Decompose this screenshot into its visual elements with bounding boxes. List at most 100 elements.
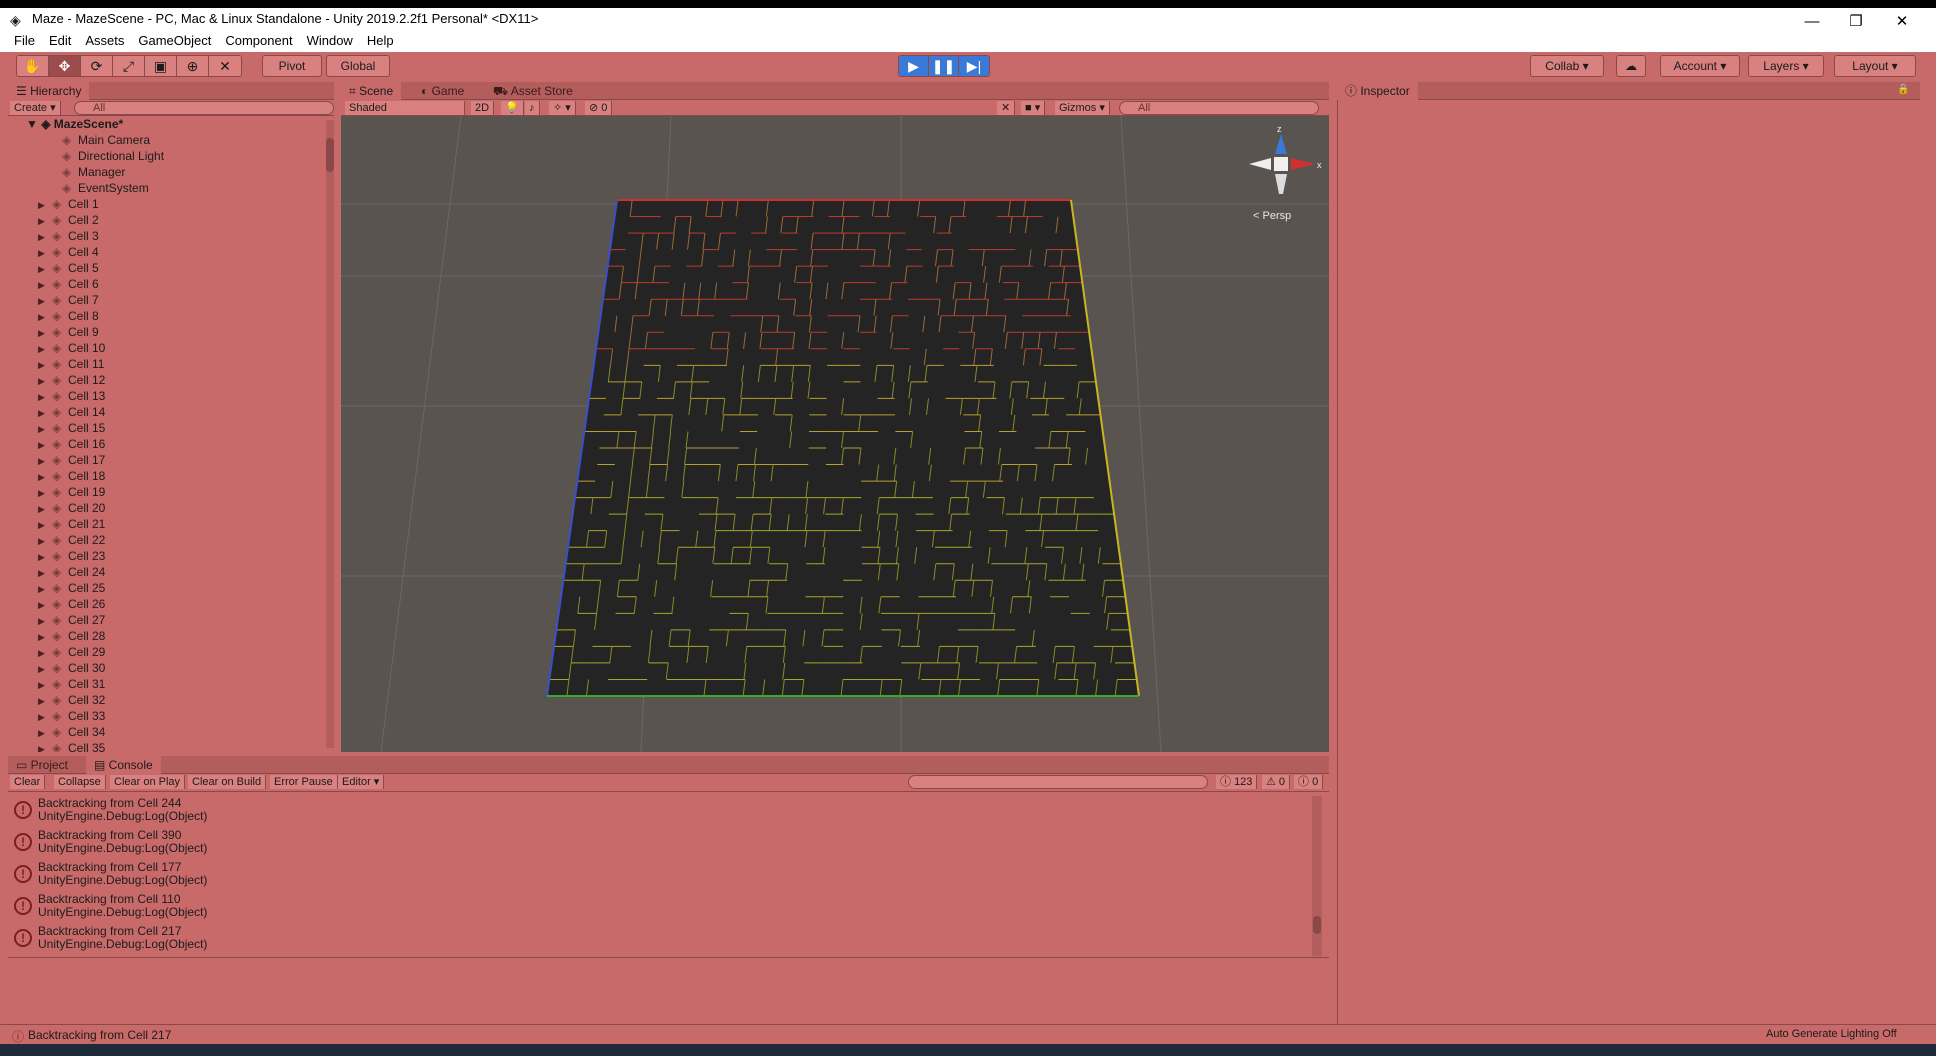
play-button[interactable]: ▶ xyxy=(899,56,929,76)
console-log-entry[interactable]: ! Backtracking from Cell 177 UnityEngine.D… xyxy=(8,858,1320,890)
hierarchy-item[interactable]: ▶ ◈ Cell 31 xyxy=(8,676,326,692)
collab-button[interactable]: Collab ▾ xyxy=(1530,55,1604,77)
hierarchy-item[interactable]: ▶ ◈ Cell 21 xyxy=(8,516,326,532)
hierarchy-item[interactable]: ▶ ◈ Cell 18 xyxy=(8,468,326,484)
tab-scene[interactable]: ⌗ Scene xyxy=(341,82,402,100)
inspector-lock-icon[interactable]: 🔒 xyxy=(1897,84,1909,95)
layout-dropdown[interactable]: Layout ▾ xyxy=(1834,55,1916,77)
hierarchy-item[interactable]: ▶ ◈ Cell 16 xyxy=(8,436,326,452)
hierarchy-item[interactable]: ▶ ◈ Cell 24 xyxy=(8,564,326,580)
expand-arrow-icon[interactable]: ▶ xyxy=(38,597,48,613)
orientation-gizmo[interactable]: z x xyxy=(1241,124,1322,204)
lighting-status[interactable]: Auto Generate Lighting Off xyxy=(1766,1028,1897,1040)
hand-tool-icon[interactable]: ✋ xyxy=(17,56,49,76)
expand-arrow-icon[interactable]: ▶ xyxy=(38,421,48,437)
step-button[interactable]: ▶| xyxy=(959,56,989,76)
scale-tool-icon[interactable]: ⤢ xyxy=(113,56,145,76)
expand-arrow-icon[interactable]: ▶ xyxy=(38,213,48,229)
pivot-toggle[interactable]: Pivot xyxy=(262,55,322,77)
expand-arrow-icon[interactable]: ▶ xyxy=(38,581,48,597)
hierarchy-item[interactable]: ▶ ◈ Cell 33 xyxy=(8,708,326,724)
hierarchy-item[interactable]: ▶ ◈ Cell 12 xyxy=(8,372,326,388)
expand-arrow-icon[interactable]: ▶ xyxy=(38,373,48,389)
expand-arrow-icon[interactable]: ▶ xyxy=(38,309,48,325)
tab-console[interactable]: ▤ Console xyxy=(86,756,161,774)
hierarchy-item[interactable]: ▶ ◈ Cell 29 xyxy=(8,644,326,660)
expand-arrow-icon[interactable]: ▶ xyxy=(38,517,48,533)
tab-project[interactable]: ▭ Project xyxy=(8,756,76,774)
console-error-pause-button[interactable]: Error Pause xyxy=(270,775,338,789)
expand-arrow-icon[interactable]: ▶ xyxy=(38,693,48,709)
hierarchy-item[interactable]: ◈ Directional Light xyxy=(8,148,326,164)
scene-expand-icon[interactable]: ▼ ◈ xyxy=(26,117,50,131)
expand-arrow-icon[interactable]: ▶ xyxy=(38,341,48,357)
hierarchy-item[interactable]: ▶ ◈ Cell 4 xyxy=(8,244,326,260)
hierarchy-item[interactable]: ▶ ◈ Cell 22 xyxy=(8,532,326,548)
lighting-toggle-icon[interactable]: 💡 xyxy=(501,101,524,115)
gizmo-down-cone[interactable] xyxy=(1275,174,1287,204)
hierarchy-item[interactable]: ▶ ◈ Cell 13 xyxy=(8,388,326,404)
toggle-2d-button[interactable]: 2D xyxy=(471,101,495,115)
expand-arrow-icon[interactable]: ▶ xyxy=(38,389,48,405)
move-tool-icon[interactable]: ✥ xyxy=(49,56,81,76)
tab-hierarchy[interactable]: ☰ Hierarchy xyxy=(8,82,90,100)
hierarchy-item[interactable]: ▶ ◈ Cell 10 xyxy=(8,340,326,356)
hierarchy-scrollbar[interactable] xyxy=(326,120,334,748)
hierarchy-item[interactable]: ▶ ◈ Cell 11 xyxy=(8,356,326,372)
gizmo-x-cone[interactable] xyxy=(1291,158,1315,170)
hierarchy-scroll-thumb[interactable] xyxy=(326,138,334,172)
pause-button[interactable]: ❚❚ xyxy=(929,56,959,76)
tab-game[interactable]: ◐ Game xyxy=(413,82,472,100)
hierarchy-item[interactable]: ▶ ◈ Cell 3 xyxy=(8,228,326,244)
menu-file[interactable]: File xyxy=(0,30,42,50)
warning-count-toggle[interactable]: ⚠ 0 xyxy=(1262,775,1291,789)
layers-dropdown[interactable]: Layers ▾ xyxy=(1748,55,1824,77)
expand-arrow-icon[interactable]: ▶ xyxy=(38,501,48,517)
expand-arrow-icon[interactable]: ▶ xyxy=(38,533,48,549)
tab-inspector[interactable]: ⓘ Inspector xyxy=(1337,82,1418,100)
hierarchy-item[interactable]: ▶ ◈ Cell 34 xyxy=(8,724,326,740)
expand-arrow-icon[interactable]: ▶ xyxy=(38,565,48,581)
hierarchy-item[interactable]: ▶ ◈ Cell 25 xyxy=(8,580,326,596)
expand-arrow-icon[interactable]: ▶ xyxy=(38,549,48,565)
hierarchy-item[interactable]: ▶ ◈ Cell 17 xyxy=(8,452,326,468)
hierarchy-item[interactable]: ▶ ◈ Cell 26 xyxy=(8,596,326,612)
global-toggle[interactable]: Global xyxy=(326,55,390,77)
expand-arrow-icon[interactable]: ▶ xyxy=(38,245,48,261)
console-collapse-button[interactable]: Collapse xyxy=(54,775,106,789)
hierarchy-item[interactable]: ▶ ◈ Cell 6 xyxy=(8,276,326,292)
expand-arrow-icon[interactable]: ▶ xyxy=(38,277,48,293)
hierarchy-item[interactable]: ▶ ◈ Cell 27 xyxy=(8,612,326,628)
hierarchy-item[interactable]: ▶ ◈ Cell 30 xyxy=(8,660,326,676)
expand-arrow-icon[interactable]: ▶ xyxy=(38,405,48,421)
expand-arrow-icon[interactable]: ▶ xyxy=(38,325,48,341)
expand-arrow-icon[interactable]: ▶ xyxy=(38,741,48,752)
expand-arrow-icon[interactable]: ▶ xyxy=(38,645,48,661)
menu-window[interactable]: Window xyxy=(300,30,360,50)
expand-arrow-icon[interactable]: ▶ xyxy=(38,613,48,629)
message-count-toggle[interactable]: ⓘ 0 xyxy=(1294,775,1324,789)
menu-assets[interactable]: Assets xyxy=(78,30,131,50)
expand-arrow-icon[interactable]: ▶ xyxy=(38,437,48,453)
menu-gameobject[interactable]: GameObject xyxy=(131,30,218,50)
expand-arrow-icon[interactable]: ▶ xyxy=(38,469,48,485)
expand-arrow-icon[interactable]: ▶ xyxy=(38,709,48,725)
hierarchy-item[interactable]: ▶ ◈ Cell 35 xyxy=(8,740,326,752)
console-clear-on-build-button[interactable]: Clear on Build xyxy=(188,775,267,789)
console-log-entry[interactable]: ! Backtracking from Cell 217 UnityEngine.D… xyxy=(8,922,1320,954)
scene-search-input[interactable]: All xyxy=(1119,101,1319,115)
expand-arrow-icon[interactable]: ▶ xyxy=(38,677,48,693)
status-message[interactable]: Backtracking from Cell 217 xyxy=(28,1028,171,1042)
console-log-entry[interactable]: ! Backtracking from Cell 390 UnityEngine.D… xyxy=(8,826,1320,858)
expand-arrow-icon[interactable]: ▶ xyxy=(38,261,48,277)
scene-root[interactable]: ▼ ◈ MazeScene* xyxy=(8,116,326,132)
console-scrollbar[interactable] xyxy=(1312,796,1322,956)
hierarchy-item[interactable]: ▶ ◈ Cell 1 xyxy=(8,196,326,212)
hierarchy-item[interactable]: ▶ ◈ Cell 23 xyxy=(8,548,326,564)
error-count-toggle[interactable]: ⓘ 123 xyxy=(1216,775,1258,789)
hierarchy-item[interactable]: ▶ ◈ Cell 28 xyxy=(8,628,326,644)
hierarchy-item[interactable]: ▶ ◈ Cell 14 xyxy=(8,404,326,420)
hierarchy-item[interactable]: ◈ Main Camera xyxy=(8,132,326,148)
expand-arrow-icon[interactable]: ▶ xyxy=(38,725,48,741)
console-clear-on-play-button[interactable]: Clear on Play xyxy=(110,775,186,789)
